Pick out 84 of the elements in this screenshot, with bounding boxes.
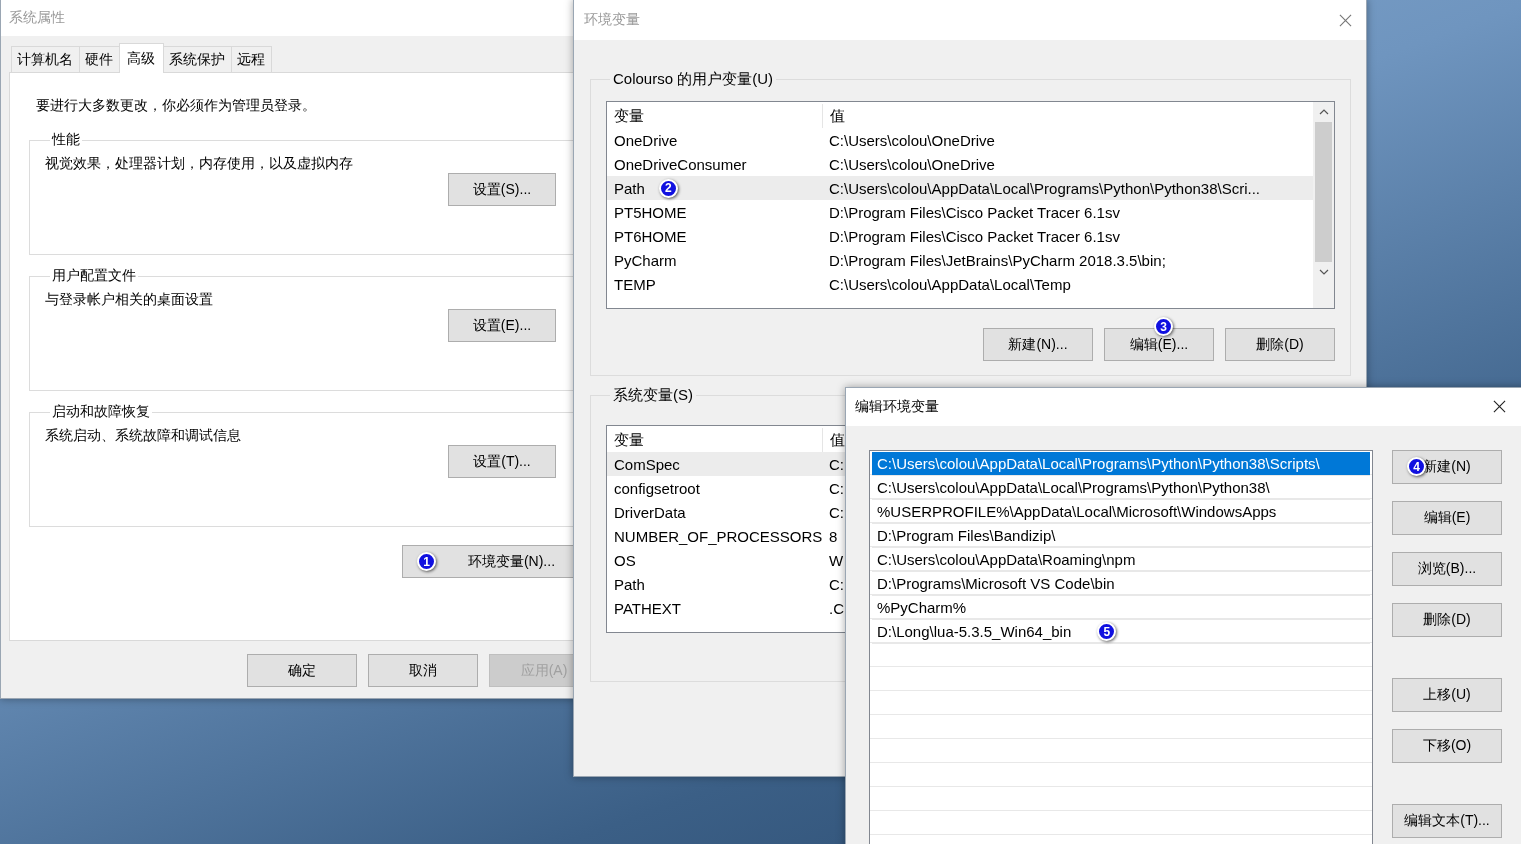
group-description: 系统启动、系统故障和调试信息 (45, 427, 242, 445)
variable-value: D:\Program Files\JetBrains\PyCharm 2018.3.5\bin; (828, 251, 1166, 269)
variable-row[interactable]: TEMP C:\Users\colou\AppData\Local\Temp (607, 272, 1313, 296)
window-title: 编辑环境变量 (855, 398, 939, 416)
column-header: 值 (829, 106, 845, 126)
variable-row[interactable]: OneDriveConsumer C:\Users\colou\OneDrive (607, 152, 1313, 176)
column-header: 值 (829, 430, 845, 450)
tab[interactable]: 高级 (119, 43, 164, 73)
path-entry[interactable]: %USERPROFILE%\AppData\Local\Microsoft\WindowsApps (872, 500, 1370, 524)
group-description: 与登录帐户相关的桌面设置 (45, 291, 214, 309)
number-badge: 4 (1407, 457, 1426, 476)
variable-row[interactable]: PT6HOME D:\Program Files\Cisco Packet Tracer 6.1sv (607, 224, 1313, 248)
number-badge: 1 (417, 552, 436, 571)
variable-value: W (828, 551, 844, 569)
path-entry[interactable]: D:\Long\lua-5.3.5_Win64_bin 5 (872, 620, 1370, 644)
variable-button[interactable]: 新建(N)... (983, 328, 1093, 361)
variable-value: C:\Users\colou\AppData\Local\Programs\Python\Python38\Scri... (828, 179, 1261, 197)
variable-name: OneDriveConsumer (614, 155, 747, 173)
variable-value: C: (828, 503, 844, 521)
variable-value: C: (828, 575, 844, 593)
settings-button[interactable]: 设置(T)... (448, 445, 556, 478)
variable-button[interactable]: 删除(D) (1225, 328, 1335, 361)
group-label: Colourso 的用户变量(U) (612, 70, 775, 89)
group-description: 视觉效果，处理器计划，内存使用，以及虚拟内存 (45, 155, 354, 173)
variable-value: .C (828, 599, 844, 617)
tab[interactable]: 远程 (231, 46, 272, 72)
edit-button[interactable]: 浏览(B)... (1392, 552, 1502, 586)
number-badge: 2 (658, 178, 678, 198)
number-badge: 5 (1097, 622, 1117, 641)
variable-value: C:\Users\colou\OneDrive (828, 155, 995, 173)
scrollbar-thumb[interactable] (1315, 122, 1332, 262)
group-label: 启动和故障恢复 (51, 403, 151, 421)
variable-row[interactable]: PyCharm D:\Program Files\JetBrains\PyCharm 2018.3.5\bin; (607, 248, 1313, 272)
variable-value: 8 (828, 527, 838, 545)
edit-button[interactable]: 删除(D) (1392, 603, 1502, 637)
variable-name: OneDrive (614, 131, 678, 149)
variable-row[interactable]: Path 2 C:\Users\colou\AppData\Local\Programs\Python\Python38\Scri... (607, 176, 1313, 200)
edit-button[interactable]: 上移(U) (1392, 678, 1502, 712)
notice-text: 要进行大多数更改，你必须作为管理员登录。 (36, 97, 317, 115)
window-title: 系统属性 (9, 9, 65, 27)
variable-name: NUMBER_OF_PROCESSORS (614, 527, 823, 545)
variable-name: PyCharm (614, 251, 677, 269)
variable-name: Path (614, 179, 645, 197)
dialog-button[interactable]: 确定 (247, 654, 357, 687)
path-entry[interactable]: D:\Programs\Microsoft VS Code\bin (872, 572, 1370, 596)
variable-value: C:\Users\colou\OneDrive (828, 131, 995, 149)
variable-name: Path (614, 575, 645, 593)
path-entry[interactable]: %PyCharm% (872, 596, 1370, 620)
edit-button[interactable]: 4 新建(N) (1392, 450, 1502, 484)
path-entry[interactable]: C:\Users\colou\AppData\Local\Programs\Python\Python38\Scripts\ (872, 452, 1370, 476)
chevron-up-icon[interactable] (1318, 109, 1329, 115)
path-entry[interactable]: C:\Users\colou\AppData\Roaming\npm (872, 548, 1370, 572)
settings-button[interactable]: 设置(S)... (448, 173, 556, 206)
variable-value: C: (828, 455, 844, 473)
variable-name: PT5HOME (614, 203, 687, 221)
group-label: 性能 (50, 131, 81, 149)
variable-row[interactable]: OneDrive C:\Users\colou\OneDrive (607, 128, 1313, 152)
variable-value: C: (828, 479, 844, 497)
variable-name: ComSpec (614, 455, 680, 473)
chevron-down-icon[interactable] (1318, 269, 1329, 275)
settings-button[interactable]: 设置(E)... (448, 309, 556, 342)
variable-name: configsetroot (614, 479, 700, 497)
variable-name: DriverData (614, 503, 686, 521)
close-icon[interactable] (1493, 400, 1506, 413)
edit-button[interactable]: 下移(O) (1392, 729, 1502, 763)
window-title: 环境变量 (584, 11, 640, 29)
scrollbar[interactable] (1313, 102, 1334, 308)
variable-name: PATHEXT (614, 599, 681, 617)
group-label: 系统变量(S) (612, 386, 694, 405)
edit-button[interactable]: 编辑文本(T)... (1392, 804, 1502, 838)
dialog-button[interactable]: 取消 (368, 654, 478, 687)
tab[interactable]: 计算机名 (11, 46, 80, 72)
variable-row[interactable]: PT5HOME D:\Program Files\Cisco Packet Tracer 6.1sv (607, 200, 1313, 224)
variable-value: D:\Program Files\Cisco Packet Tracer 6.1sv (828, 227, 1120, 245)
group-label: 用户配置文件 (51, 267, 137, 285)
variable-name: OS (614, 551, 636, 569)
variable-name: PT6HOME (614, 227, 687, 245)
edit-button[interactable]: 编辑(E) (1392, 501, 1502, 535)
variable-value: D:\Program Files\Cisco Packet Tracer 6.1sv (828, 203, 1120, 221)
column-header: 变量 (607, 104, 823, 128)
path-entry[interactable]: C:\Users\colou\AppData\Local\Programs\Python\Python38\ (872, 476, 1370, 500)
variable-value: C:\Users\colou\AppData\Local\Temp (828, 275, 1071, 293)
path-entry[interactable]: D:\Program Files\Bandizip\ (872, 524, 1370, 548)
variable-name: TEMP (614, 275, 656, 293)
